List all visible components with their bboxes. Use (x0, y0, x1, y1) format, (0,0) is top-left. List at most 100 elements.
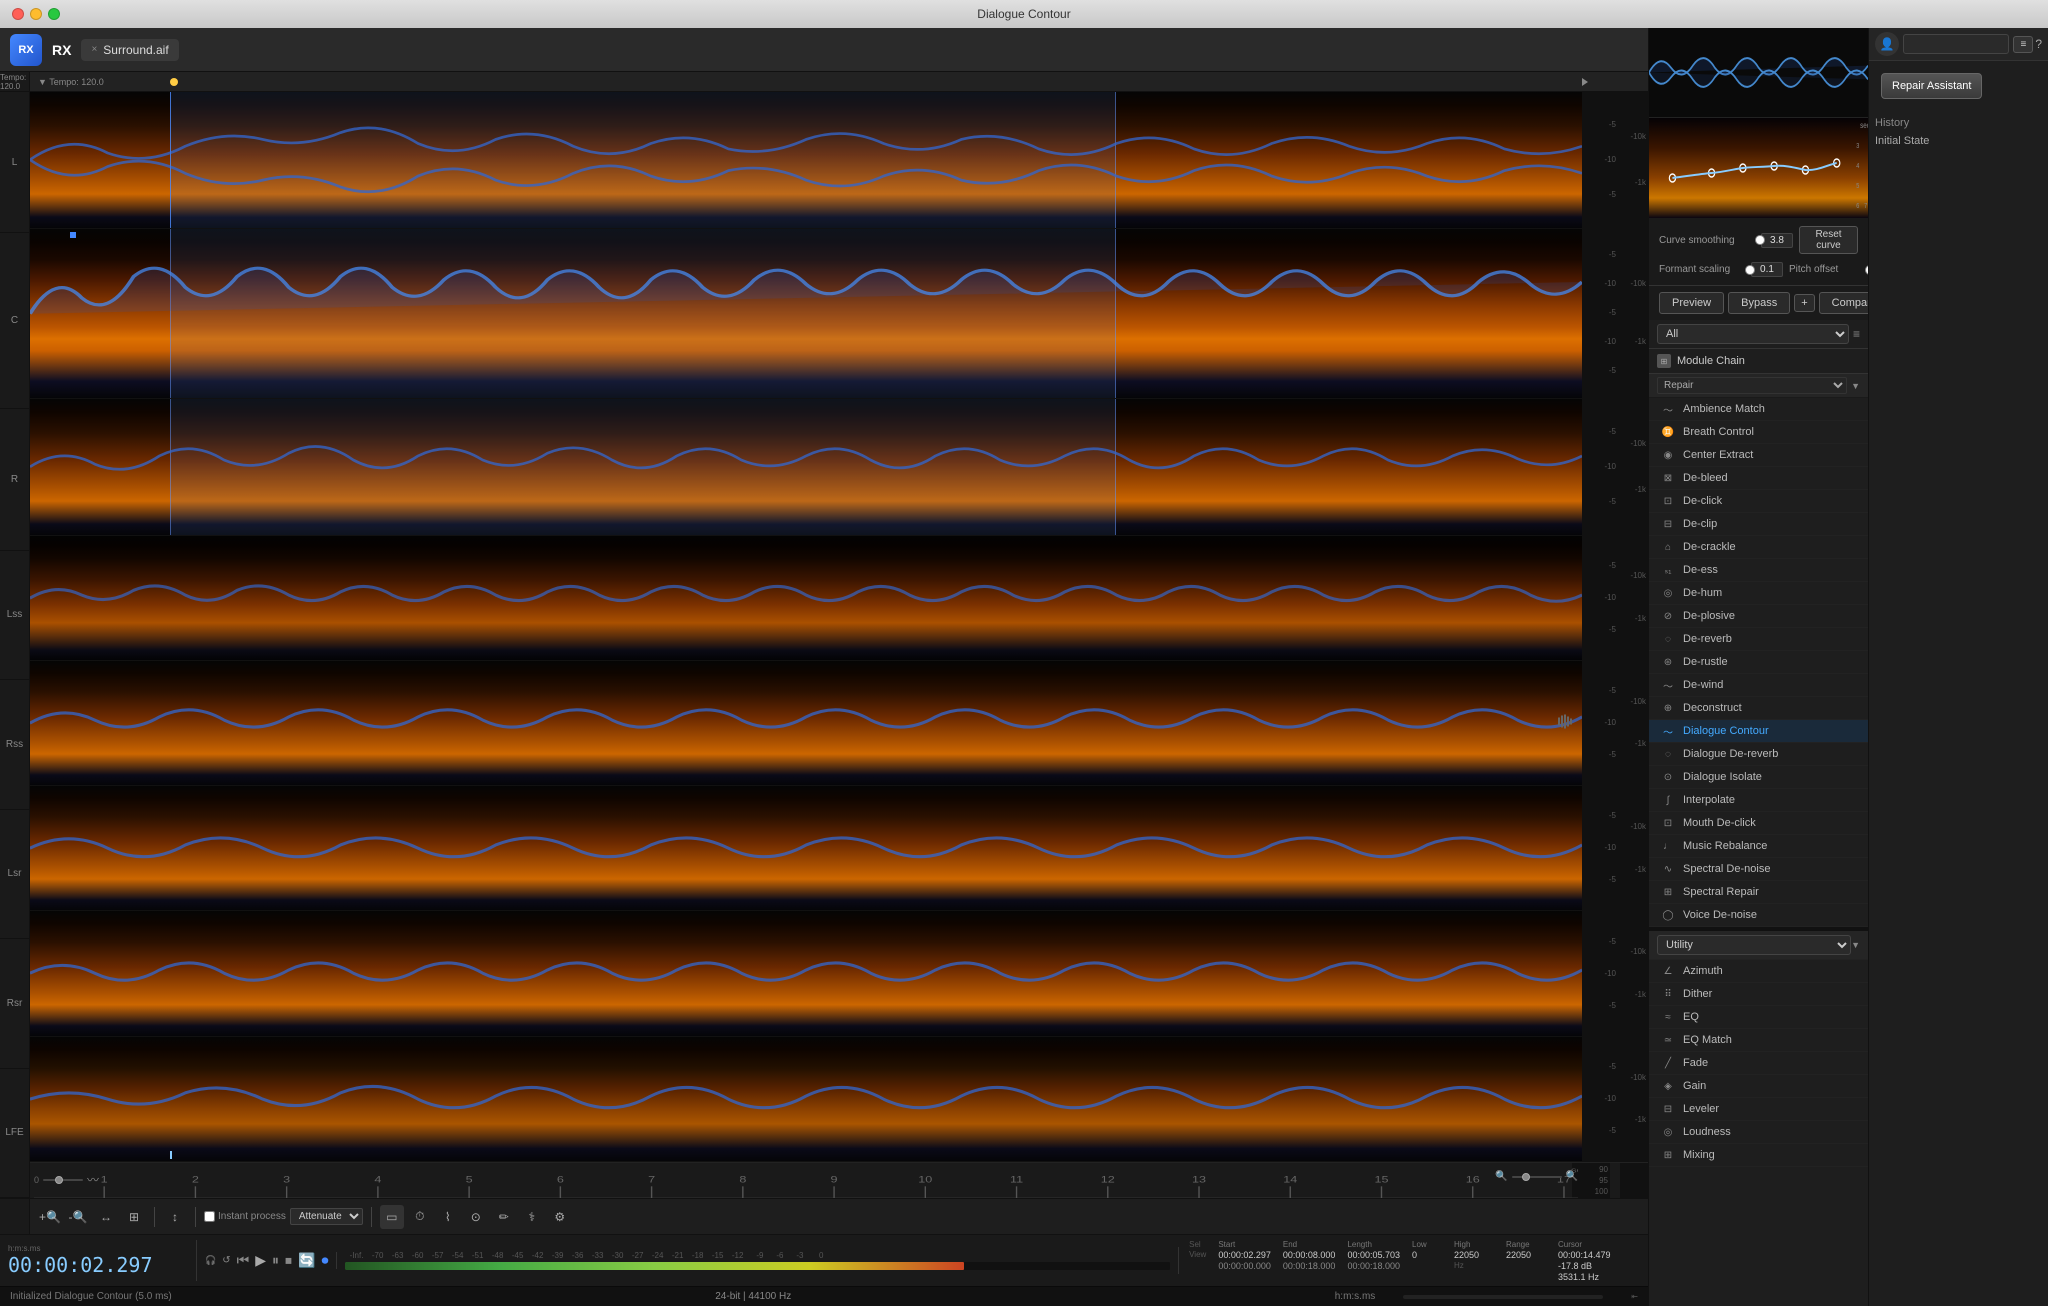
compare-btn[interactable]: Compare (1819, 292, 1868, 314)
de-hum-icon: ◎ (1661, 586, 1675, 600)
db-scale-Rsr: -5-10-5 (1582, 911, 1620, 1035)
module-de-plosive[interactable]: ⊘ De-plosive (1649, 605, 1868, 628)
pencil-btn[interactable]: ✏ (492, 1205, 516, 1229)
formant-thumb[interactable] (1745, 265, 1755, 275)
module-de-click[interactable]: ⊡ De-click (1649, 490, 1868, 513)
low-label: Low (1412, 1240, 1442, 1249)
db-scale-LFE: -5-10-5 (1582, 1037, 1620, 1161)
module-azimuth[interactable]: ∠ Azimuth (1649, 960, 1868, 983)
curve-smoothing-thumb[interactable] (1755, 235, 1765, 245)
module-de-wind[interactable]: 〜 De-wind (1649, 674, 1868, 697)
utility-group-header: Utility ▼ (1649, 927, 1868, 960)
formant-row: Formant scaling 0.1 (1659, 262, 1783, 277)
waveform-C (30, 229, 1582, 398)
track-C: -5-10-5-10-5 -10k-1k (30, 229, 1648, 399)
de-wind-icon: 〜 (1661, 678, 1675, 692)
repair-assistant-btn[interactable]: Repair Assistant (1881, 73, 1982, 99)
module-de-bleed[interactable]: ⊠ De-bleed (1649, 467, 1868, 490)
module-interpolate[interactable]: ∫ Interpolate (1649, 789, 1868, 812)
maximize-button[interactable] (48, 8, 60, 20)
module-de-ess[interactable]: ₛ₁ De-ess (1649, 559, 1868, 582)
module-de-rustle[interactable]: ⊛ De-rustle (1649, 651, 1868, 674)
plus-btn[interactable]: + (1794, 294, 1814, 312)
module-center-extract[interactable]: ◉ Center Extract (1649, 444, 1868, 467)
bypass-btn[interactable]: Bypass (1728, 292, 1790, 314)
module-dialogue-isolate[interactable]: ⊙ Dialogue Isolate (1649, 766, 1868, 789)
play-btn[interactable]: ▶ (255, 1252, 266, 1269)
module-deconstruct[interactable]: ⊕ Deconstruct (1649, 697, 1868, 720)
prev-btn[interactable]: ⏮ (237, 1252, 250, 1269)
module-dialogue-de-reverb[interactable]: ◌ Dialogue De-reverb (1649, 743, 1868, 766)
module-gain[interactable]: ◈ Gain (1649, 1075, 1868, 1098)
start-label: Start (1218, 1240, 1271, 1249)
eq-match-icon: ≃ (1661, 1033, 1675, 1047)
module-eq-match[interactable]: ≃ EQ Match (1649, 1029, 1868, 1052)
azimuth-icon: ∠ (1661, 964, 1675, 978)
end-label: End (1283, 1240, 1336, 1249)
zoom-thumb-right[interactable] (1522, 1173, 1530, 1181)
module-eq[interactable]: ≈ EQ (1649, 1006, 1868, 1029)
de-plosive-label: De-plosive (1683, 610, 1735, 622)
select-rect-btn[interactable]: ▭ (380, 1205, 404, 1229)
loop-btn[interactable]: 🔄 (298, 1252, 315, 1269)
module-music-rebalance[interactable]: ♩ Music Rebalance (1649, 835, 1868, 858)
zoom-out-icon[interactable]: 🔍 (1566, 1171, 1578, 1182)
module-de-reverb[interactable]: ◌ De-reverb (1649, 628, 1868, 651)
sel-label: Sel (1189, 1240, 1206, 1249)
module-filter-select[interactable]: All (1657, 324, 1849, 344)
end-col: End 00:00:08.000 00:00:18.000 (1283, 1240, 1336, 1282)
module-de-crackle[interactable]: ⌂ De-crackle (1649, 536, 1868, 559)
instant-process-check[interactable] (204, 1211, 215, 1222)
view-label: View (1189, 1250, 1206, 1259)
zoom-in-icon[interactable]: 🔍 (1495, 1171, 1507, 1182)
minimize-button[interactable] (30, 8, 42, 20)
menu-btn[interactable]: ≡ (2013, 36, 2033, 53)
module-ambience-match[interactable]: 〜 Ambience Match (1649, 398, 1868, 421)
db-scale-L: -5-10-5 (1582, 92, 1620, 228)
module-breath-control[interactable]: ♊ Breath Control (1649, 421, 1868, 444)
module-mouth-de-click[interactable]: ⊡ Mouth De-click (1649, 812, 1868, 835)
module-de-hum[interactable]: ◎ De-hum (1649, 582, 1868, 605)
lasso-btn[interactable]: ⊙ (464, 1205, 488, 1229)
module-de-clip[interactable]: ⊟ De-clip (1649, 513, 1868, 536)
spectral-repair-label: Spectral Repair (1683, 886, 1759, 898)
stop-btn[interactable]: ⏹ (285, 1252, 292, 1269)
attenuate-select[interactable]: Attenuate (290, 1208, 363, 1225)
module-mixing[interactable]: ⊞ Mixing (1649, 1144, 1868, 1167)
de-clip-icon: ⊟ (1661, 517, 1675, 531)
zoom-fit-btn[interactable]: ↔ (94, 1205, 118, 1229)
repair-select[interactable]: Repair (1657, 377, 1847, 394)
module-spectral-de-noise[interactable]: ∿ Spectral De-noise (1649, 858, 1868, 881)
settings-btn[interactable]: ⚙ (548, 1205, 572, 1229)
record-btn[interactable]: ⏺ (321, 1252, 328, 1269)
select-freq-btn[interactable]: ⌇ (436, 1205, 460, 1229)
module-dither[interactable]: ⠿ Dither (1649, 983, 1868, 1006)
module-loudness[interactable]: ◎ Loudness (1649, 1121, 1868, 1144)
preview-btn[interactable]: Preview (1659, 292, 1724, 314)
gain-label: Gain (1683, 1080, 1706, 1092)
length-label: Length (1347, 1240, 1400, 1249)
file-tab[interactable]: × Surround.aif (81, 39, 178, 61)
module-leveler[interactable]: ⊟ Leveler (1649, 1098, 1868, 1121)
module-dialogue-contour[interactable]: 〜 Dialogue Contour (1649, 720, 1868, 743)
breath-icon: ♊ (1661, 425, 1675, 439)
heal-btn[interactable]: ⚕ (520, 1205, 544, 1229)
pitch-thumb[interactable] (1865, 265, 1868, 275)
select-time-btn[interactable]: ⏱ (408, 1205, 432, 1229)
zoom-in-btn[interactable]: +🔍 (38, 1205, 62, 1229)
pause-btn[interactable]: ⏸ (272, 1252, 279, 1269)
zoom-full-btn[interactable]: ⊞ (122, 1205, 146, 1229)
utility-select[interactable]: Utility (1657, 935, 1851, 955)
zoom-v-btn[interactable]: ↕ (163, 1205, 187, 1229)
search-box-right[interactable] (1903, 34, 2009, 54)
zoom-out-btn[interactable]: -🔍 (66, 1205, 90, 1229)
track-label-L: L (0, 92, 30, 233)
reset-curve-btn[interactable]: Reset curve (1799, 226, 1858, 254)
module-spectral-repair[interactable]: ⊞ Spectral Repair (1649, 881, 1868, 904)
module-fade[interactable]: ╱ Fade (1649, 1052, 1868, 1075)
close-button[interactable] (12, 8, 24, 20)
right-panel: sec 3 4 5 6 7 Curve smoothing 3.8 Reset … (1648, 28, 1868, 1306)
module-voice-de-noise[interactable]: ◯ Voice De-noise (1649, 904, 1868, 927)
help-btn[interactable]: ? (2035, 37, 2042, 51)
file-tab-close[interactable]: × (91, 44, 97, 55)
